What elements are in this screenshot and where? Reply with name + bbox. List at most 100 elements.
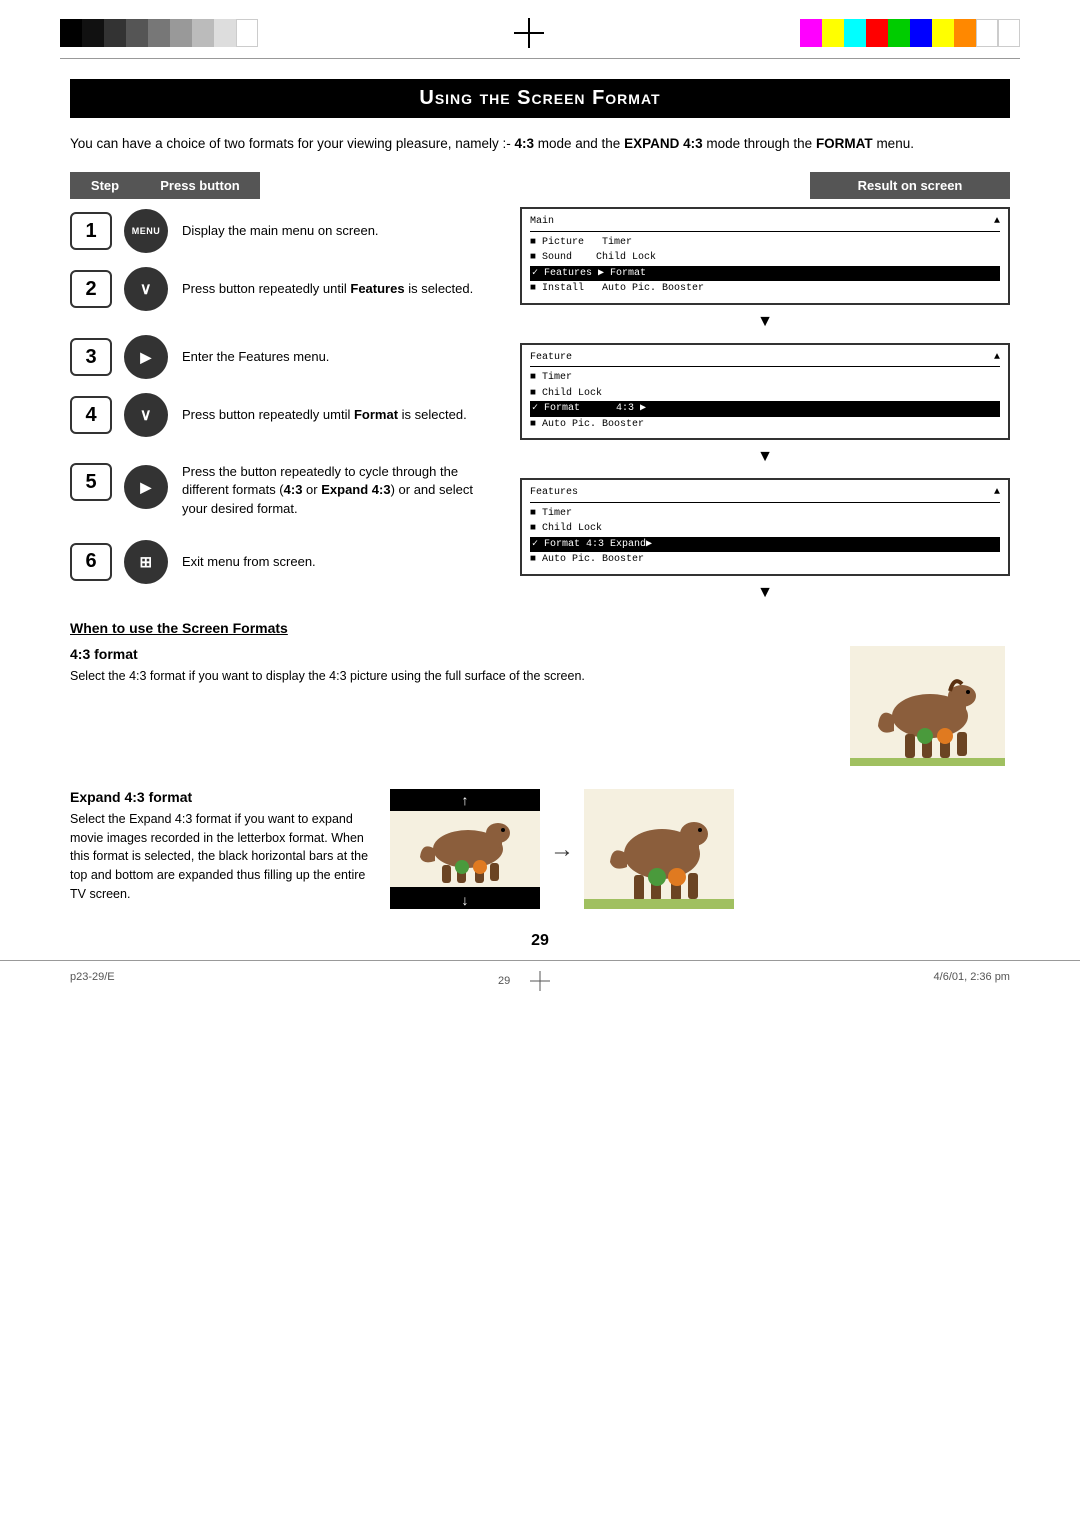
footer-page-num: 29: [498, 975, 510, 987]
color-bars: [800, 19, 1020, 47]
down-arrow-button-2: ∨: [124, 393, 168, 437]
step-desc-2: Press button repeatedly until Features i…: [182, 280, 473, 298]
table-header: Step Press button Result on screen: [70, 172, 1010, 199]
step-row-4: 4 ∨ Press button repeatedly umtil Format…: [70, 391, 500, 439]
bar-seg-4: [126, 19, 148, 47]
bar-color-8: [954, 19, 976, 47]
bar-color-9: [976, 19, 998, 47]
step-desc-6: Exit menu from screen.: [182, 553, 316, 571]
screens-column: Main ▲ ■ Picture Timer ■ Sound Child Loc…: [510, 207, 1010, 610]
screen3-down-arrow: ▼: [520, 584, 1010, 602]
right-arrow-button-2: ▶: [124, 465, 168, 509]
screen-block-1: Main ▲ ■ Picture Timer ■ Sound Child Loc…: [520, 207, 1010, 331]
screen1-row3-selected: ✓ Features ▶ Format: [530, 266, 1000, 282]
screen2-arrow-up: ▲: [994, 351, 1000, 365]
step-group-1-2: 1 MENU Display the main menu on screen. …: [70, 207, 500, 313]
screen-mockup-2: Feature ▲ ■ Timer ■ Child Lock ✓ Format …: [520, 343, 1010, 441]
bar-color-6: [910, 19, 932, 47]
top-bar-area: [0, 0, 1080, 58]
screen2-row4: ■ Auto Pic. Booster: [530, 417, 1000, 433]
footer-left: p23-29/E: [70, 971, 115, 991]
step-number-6: 6: [70, 543, 112, 581]
bar-seg-6: [170, 19, 192, 47]
screen3-row1: ■ Timer: [530, 506, 1000, 522]
horse-43-illustration: [850, 646, 1005, 766]
crosshair-top: [514, 18, 544, 48]
page-number: 29: [70, 932, 1010, 950]
bar-color-10: [998, 19, 1020, 47]
screen-mockup-1: Main ▲ ■ Picture Timer ■ Sound Child Loc…: [520, 207, 1010, 305]
screen3-row3-selected: ✓ Format 4:3 Expand▶: [530, 537, 1000, 553]
step-number-2: 2: [70, 270, 112, 308]
grayscale-bars: [60, 19, 258, 47]
footer-right: 4/6/01, 2:36 pm: [934, 971, 1010, 991]
screen1-title: Main: [530, 215, 554, 229]
bar-seg-1: [60, 19, 82, 47]
bar-seg-5: [148, 19, 170, 47]
top-divider: [60, 58, 1020, 59]
bar-seg-9: [236, 19, 258, 47]
screen2-down-arrow: ▼: [520, 448, 1010, 466]
step-desc-5: Press the button repeatedly to cycle thr…: [182, 463, 500, 518]
screen1-row1: ■ Picture Timer: [530, 235, 1000, 251]
header-step: Step: [70, 172, 140, 199]
step-desc-3: Enter the Features menu.: [182, 348, 329, 366]
expand-images-container: ↑ ↓ →: [390, 789, 1010, 912]
format-43-desc: Select the 4:3 format if you want to dis…: [70, 667, 820, 686]
footer: p23-29/E 29 4/6/01, 2:36 pm: [0, 960, 1080, 1001]
bar-color-1: [800, 19, 822, 47]
steps-column: 1 MENU Display the main menu on screen. …: [70, 207, 500, 610]
step-number-5: 5: [70, 463, 112, 501]
step-row-2: 2 ∨ Press button repeatedly until Featur…: [70, 265, 500, 313]
svg-text:↓: ↓: [462, 892, 469, 908]
menu-exit-button: ⊞: [124, 540, 168, 584]
expanded-illustration: [584, 789, 734, 909]
step-group-3-4: 3 ▶ Enter the Features menu. 4 ∨ Press b…: [70, 333, 500, 439]
screen-block-3: Features ▲ ■ Timer ■ Child Lock ✓ Format…: [520, 478, 1010, 602]
header-press: Press button: [140, 172, 260, 199]
step-number-4: 4: [70, 396, 112, 434]
bar-color-5: [888, 19, 910, 47]
bar-color-4: [866, 19, 888, 47]
letterbox-illustration: ↑ ↓: [390, 789, 540, 909]
screen1-arrow-up: ▲: [994, 215, 1000, 229]
header-spacer: [260, 172, 810, 199]
menu-button: MENU: [124, 209, 168, 253]
step-row-1: 1 MENU Display the main menu on screen.: [70, 207, 500, 255]
screen3-title: Features: [530, 486, 578, 500]
expand-43-text: Expand 4:3 format Select the Expand 4:3 …: [70, 789, 370, 904]
screen3-row4: ■ Auto Pic. Booster: [530, 552, 1000, 568]
screen2-row3-selected: ✓ Format 4:3 ▶: [530, 401, 1000, 417]
step-row-5: 5 ▶ Press the button repeatedly to cycle…: [70, 459, 500, 518]
step-row-3: 3 ▶ Enter the Features menu.: [70, 333, 500, 381]
expand-arrow-icon: →: [550, 836, 574, 864]
down-arrow-button-1: ∨: [124, 267, 168, 311]
when-section-title: When to use the Screen Formats: [70, 620, 1010, 636]
letterbox-image-container: ↑ ↓: [390, 789, 540, 912]
expanded-image-container: [584, 789, 734, 912]
screen2-title: Feature: [530, 351, 572, 365]
steps-and-screens: 1 MENU Display the main menu on screen. …: [70, 207, 1010, 610]
screen3-row2: ■ Child Lock: [530, 521, 1000, 537]
format-43-title: 4:3 format: [70, 646, 820, 662]
screen2-header: Feature ▲: [530, 351, 1000, 368]
screen1-header: Main ▲: [530, 215, 1000, 232]
step-group-5: 5 ▶ Press the button repeatedly to cycle…: [70, 459, 500, 518]
bar-seg-2: [82, 19, 104, 47]
page-title-box: Using the Screen Format: [70, 79, 1010, 118]
screen1-down-arrow: ▼: [520, 313, 1010, 331]
step-number-3: 3: [70, 338, 112, 376]
bar-color-3: [844, 19, 866, 47]
step-group-6: 6 ⊞ Exit menu from screen.: [70, 538, 500, 586]
screen-block-2: Feature ▲ ■ Timer ■ Child Lock ✓ Format …: [520, 343, 1010, 467]
when-to-use-section: When to use the Screen Formats 4:3 forma…: [70, 620, 1010, 912]
format-43-section: 4:3 format Select the 4:3 format if you …: [70, 646, 1010, 769]
expand-43-title: Expand 4:3 format: [70, 789, 370, 805]
right-arrow-button-1: ▶: [124, 335, 168, 379]
expand-43-section: Expand 4:3 format Select the Expand 4:3 …: [70, 789, 1010, 912]
bar-color-7: [932, 19, 954, 47]
crosshair-footer: [530, 971, 550, 991]
bar-color-2: [822, 19, 844, 47]
step-number-1: 1: [70, 212, 112, 250]
format-43-image: [850, 646, 1010, 769]
